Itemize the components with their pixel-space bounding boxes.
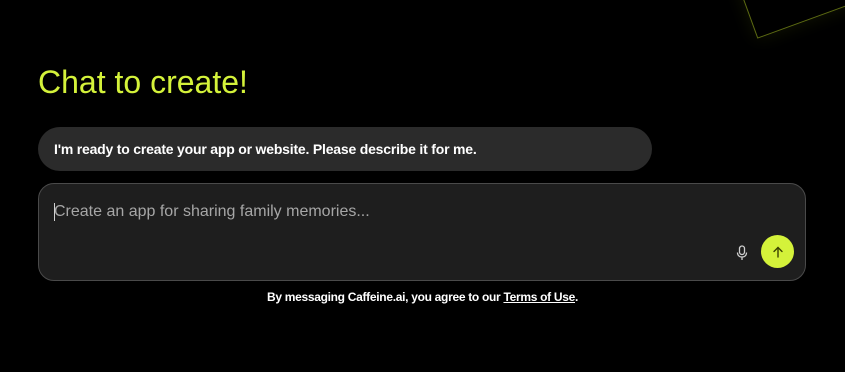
assistant-message-bubble: I'm ready to create your app or website.… <box>38 127 652 171</box>
arrow-up-icon <box>772 246 783 258</box>
decorative-outline-shape <box>729 0 845 39</box>
text-caret <box>54 203 55 221</box>
page-title: Chat to create! <box>38 64 248 100</box>
terms-prefix: By messaging Caffeine.ai, you agree to o… <box>266 290 504 304</box>
terms-notice: By messaging Caffeine.ai, you agree to o… <box>0 290 845 304</box>
terms-suffix: . <box>575 290 579 304</box>
terms-of-use-link[interactable]: Terms of Use <box>503 290 575 304</box>
assistant-message-text: I'm ready to create your app or website.… <box>54 141 477 157</box>
prompt-input[interactable] <box>54 200 714 224</box>
page: Chat to create! I'm ready to create your… <box>0 0 845 372</box>
send-button[interactable] <box>761 235 794 268</box>
microphone-icon <box>736 245 748 260</box>
microphone-button[interactable] <box>733 242 751 264</box>
chat-composer <box>38 183 806 281</box>
